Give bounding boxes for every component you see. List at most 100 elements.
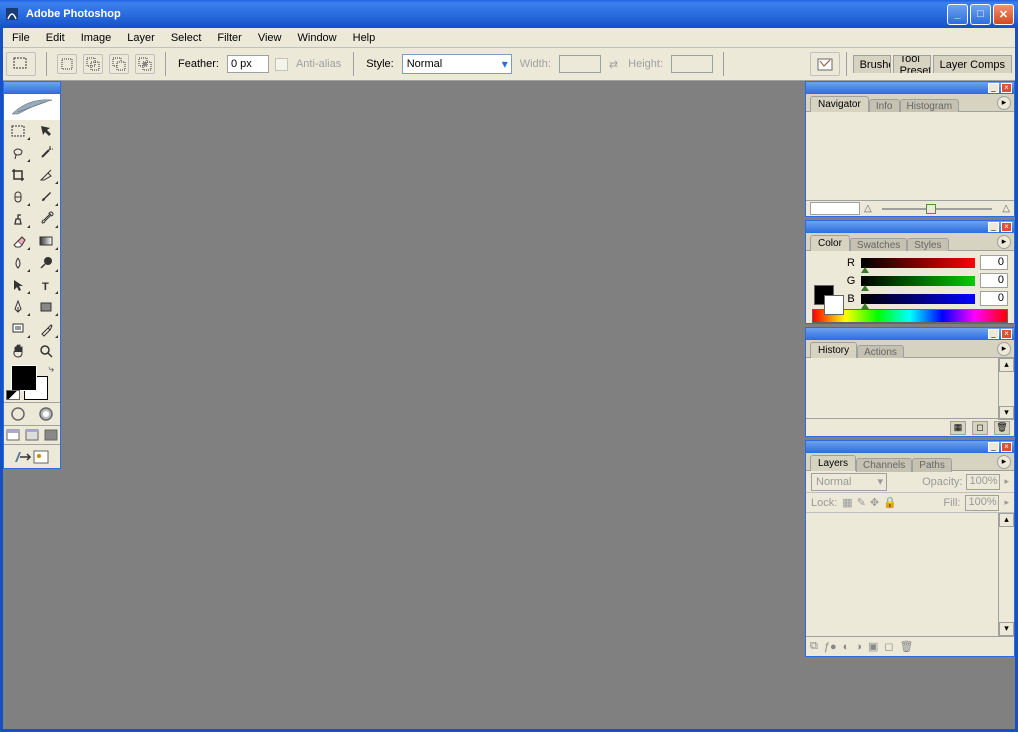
tab-channels[interactable]: Channels xyxy=(856,458,912,472)
new-layer-icon[interactable]: ◻ xyxy=(884,640,893,653)
type-tool[interactable]: T xyxy=(32,274,60,296)
zoom-slider-thumb[interactable] xyxy=(926,204,936,214)
window-close-button[interactable]: ✕ xyxy=(993,4,1014,25)
fullscreen-menu-button[interactable] xyxy=(23,426,42,444)
link-layers-icon[interactable]: ⧉ xyxy=(810,640,818,653)
close-panel-button[interactable]: × xyxy=(1001,83,1012,93)
panel-menu-button[interactable]: ▸ xyxy=(997,455,1011,469)
gradient-tool[interactable] xyxy=(32,230,60,252)
delete-layer-icon[interactable]: 🗑 xyxy=(899,640,913,653)
selection-intersect-button[interactable] xyxy=(135,54,155,74)
close-panel-button[interactable]: × xyxy=(1001,442,1012,452)
panel-header[interactable]: _ × xyxy=(806,82,1014,94)
pen-tool[interactable] xyxy=(4,296,32,318)
tab-info[interactable]: Info xyxy=(869,99,900,113)
hand-tool[interactable] xyxy=(4,340,32,362)
menu-image[interactable]: Image xyxy=(73,30,120,46)
toolbox[interactable]: T ⤷ xyxy=(3,81,61,469)
eraser-tool[interactable] xyxy=(4,230,32,252)
notes-tool[interactable] xyxy=(4,318,32,340)
panel-menu-button[interactable]: ▸ xyxy=(997,342,1011,356)
magic-wand-tool[interactable] xyxy=(32,142,60,164)
minimize-panel-button[interactable]: _ xyxy=(988,442,999,452)
path-selection-tool[interactable] xyxy=(4,274,32,296)
menu-layer[interactable]: Layer xyxy=(119,30,163,46)
layer-mask-icon[interactable]: ◐ xyxy=(843,641,850,653)
panel-header[interactable]: _ × xyxy=(806,441,1014,453)
scroll-up-icon[interactable]: ▴ xyxy=(999,513,1014,527)
fullscreen-button[interactable] xyxy=(41,426,60,444)
toolbox-header[interactable] xyxy=(4,82,60,94)
menu-edit[interactable]: Edit xyxy=(38,30,73,46)
new-document-from-state-icon[interactable]: ▦ xyxy=(950,421,966,435)
swap-colors-icon[interactable]: ⤷ xyxy=(48,364,54,375)
b-value[interactable]: 0 xyxy=(980,291,1008,306)
blur-tool[interactable] xyxy=(4,252,32,274)
zoom-in-icon[interactable]: △ xyxy=(1002,203,1010,214)
b-slider[interactable] xyxy=(861,294,975,304)
dock-tab-layer-comps[interactable]: Layer Comps xyxy=(933,55,1012,73)
brush-tool[interactable] xyxy=(32,186,60,208)
minimize-button[interactable]: _ xyxy=(947,4,968,25)
lasso-tool[interactable] xyxy=(4,142,32,164)
selection-add-button[interactable] xyxy=(83,54,103,74)
selection-new-button[interactable] xyxy=(57,54,77,74)
file-browser-button[interactable] xyxy=(810,52,840,76)
clone-stamp-tool[interactable] xyxy=(4,208,32,230)
tab-actions[interactable]: Actions xyxy=(857,345,904,359)
g-value[interactable]: 0 xyxy=(980,273,1008,288)
scroll-up-icon[interactable]: ▴ xyxy=(999,358,1014,372)
tab-styles[interactable]: Styles xyxy=(907,238,948,252)
panel-menu-button[interactable]: ▸ xyxy=(997,96,1011,110)
default-colors-icon[interactable] xyxy=(6,390,20,400)
minimize-panel-button[interactable]: _ xyxy=(988,83,999,93)
menu-window[interactable]: Window xyxy=(290,30,345,46)
maximize-button[interactable]: □ xyxy=(970,4,991,25)
adjustment-layer-icon[interactable]: ◑ xyxy=(855,641,862,653)
menu-select[interactable]: Select xyxy=(163,30,210,46)
selection-subtract-button[interactable] xyxy=(109,54,129,74)
marquee-tool[interactable] xyxy=(4,120,32,142)
dodge-tool[interactable] xyxy=(32,252,60,274)
menu-file[interactable]: File xyxy=(4,30,38,46)
tab-history[interactable]: History xyxy=(810,342,857,358)
close-panel-button[interactable]: × xyxy=(1001,222,1012,232)
r-slider[interactable] xyxy=(861,258,975,268)
zoom-out-icon[interactable]: △ xyxy=(864,203,872,214)
titlebar[interactable]: Adobe Photoshop _ □ ✕ xyxy=(0,0,1018,28)
feather-input[interactable] xyxy=(227,55,269,73)
foreground-color-swatch[interactable] xyxy=(12,366,36,390)
layers-scrollbar[interactable]: ▴ ▾ xyxy=(998,513,1014,636)
new-snapshot-icon[interactable]: ◻ xyxy=(972,421,988,435)
standard-mode-button[interactable] xyxy=(4,403,32,425)
r-value[interactable]: 0 xyxy=(980,255,1008,270)
healing-brush-tool[interactable] xyxy=(4,186,32,208)
menu-view[interactable]: View xyxy=(250,30,290,46)
tab-navigator[interactable]: Navigator xyxy=(810,96,869,112)
style-select[interactable]: Normal xyxy=(402,54,512,74)
tab-paths[interactable]: Paths xyxy=(912,458,952,472)
tab-layers[interactable]: Layers xyxy=(810,455,856,471)
tab-color[interactable]: Color xyxy=(810,235,850,251)
marquee-preset-button[interactable] xyxy=(6,52,36,76)
delete-state-icon[interactable]: 🗑 xyxy=(994,421,1010,435)
minimize-panel-button[interactable]: _ xyxy=(988,222,999,232)
jump-to-imageready-button[interactable] xyxy=(4,444,60,468)
zoom-slider[interactable] xyxy=(882,208,993,210)
close-panel-button[interactable]: × xyxy=(1001,329,1012,339)
dock-tab-tool-presets[interactable]: Tool Presets xyxy=(893,55,931,73)
color-bg-swatch[interactable] xyxy=(824,295,844,315)
history-scrollbar[interactable]: ▴ ▾ xyxy=(998,358,1014,420)
eyedropper-tool[interactable] xyxy=(32,318,60,340)
slice-tool[interactable] xyxy=(32,164,60,186)
panel-menu-button[interactable]: ▸ xyxy=(997,235,1011,249)
crop-tool[interactable] xyxy=(4,164,32,186)
minimize-panel-button[interactable]: _ xyxy=(988,329,999,339)
new-group-icon[interactable]: ▣ xyxy=(868,640,878,653)
tab-histogram[interactable]: Histogram xyxy=(900,99,960,113)
tab-swatches[interactable]: Swatches xyxy=(850,238,907,252)
g-slider[interactable] xyxy=(861,276,975,286)
scroll-down-icon[interactable]: ▾ xyxy=(999,622,1014,636)
standard-screen-button[interactable] xyxy=(4,426,23,444)
move-tool[interactable] xyxy=(32,120,60,142)
